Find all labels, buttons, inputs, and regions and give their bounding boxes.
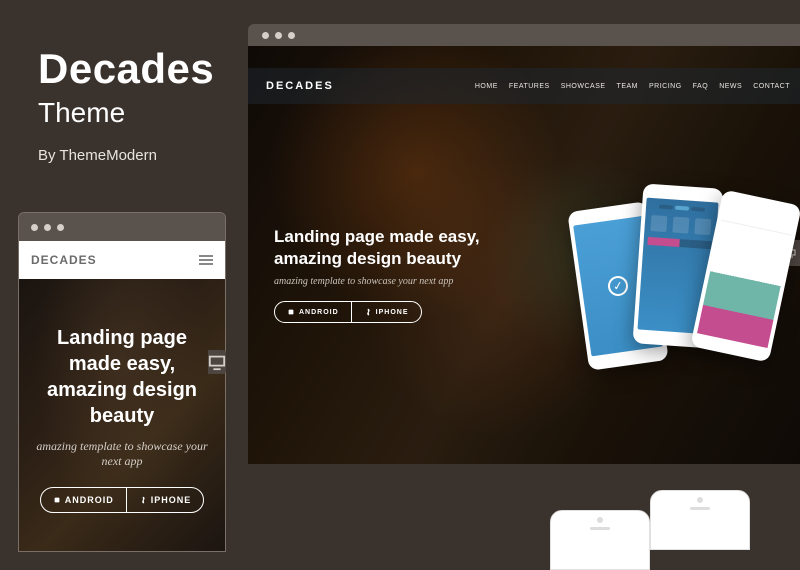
desktop-nav: HOME FEATURES SHOWCASE TEAM PRICING FAQ … xyxy=(475,83,790,90)
mobile-headline: Landing page made easy, amazing design b… xyxy=(35,325,209,429)
mobile-logo[interactable]: DECADES xyxy=(31,253,97,267)
phone-mockup-bottom-2 xyxy=(650,490,750,550)
apple-icon xyxy=(364,308,372,316)
theme-title: Decades xyxy=(38,45,214,93)
iphone-label: IPHONE xyxy=(376,309,409,316)
android-label: ANDROID xyxy=(299,309,339,316)
window-dot-icon xyxy=(288,32,295,39)
iphone-button[interactable]: IPHONE xyxy=(127,488,204,512)
desktop-preview-window: DECADES HOME FEATURES SHOWCASE TEAM PRIC… xyxy=(248,24,800,464)
nav-news[interactable]: NEWS xyxy=(719,83,742,90)
nav-faq[interactable]: FAQ xyxy=(693,83,709,90)
mobile-preview-window: DECADES Landing page made easy, amazing … xyxy=(18,212,226,552)
theme-author: By ThemeModern xyxy=(38,147,214,164)
lower-phone-mockups xyxy=(520,490,800,570)
window-dot-icon xyxy=(31,224,38,231)
mobile-hero-section: Landing page made easy, amazing design b… xyxy=(19,279,225,552)
desktop-headline-line2: amazing design beauty xyxy=(274,248,480,270)
nav-team[interactable]: TEAM xyxy=(617,83,638,90)
android-label: ANDROID xyxy=(65,495,114,505)
desktop-logo[interactable]: DECADES xyxy=(266,80,334,92)
checkmark-circle-icon: ✓ xyxy=(607,275,630,298)
desktop-headline-line1: Landing page made easy, xyxy=(274,226,480,248)
theme-subtitle: Theme xyxy=(38,97,214,129)
nav-features[interactable]: FEATURES xyxy=(509,83,550,90)
mobile-tagline: amazing template to showcase your next a… xyxy=(35,439,209,469)
iphone-label: IPHONE xyxy=(151,495,192,505)
apple-icon xyxy=(139,496,147,504)
window-dot-icon xyxy=(275,32,282,39)
mobile-site-header: DECADES xyxy=(19,241,225,279)
desktop-hero-content: Landing page made easy, amazing design b… xyxy=(274,226,480,323)
android-icon xyxy=(53,496,61,504)
monitor-icon xyxy=(208,353,226,371)
window-dot-icon xyxy=(262,32,269,39)
android-icon xyxy=(287,308,295,316)
desktop-window-titlebar xyxy=(248,24,800,46)
phone-mockup-bottom-1 xyxy=(550,510,650,570)
phone-mockups-group: ✓ xyxy=(578,166,798,396)
mobile-cta-buttons: ANDROID IPHONE xyxy=(40,487,205,513)
window-dot-icon xyxy=(44,224,51,231)
hamburger-menu-icon[interactable] xyxy=(199,255,213,265)
android-button[interactable]: ANDROID xyxy=(41,488,127,512)
iphone-button[interactable]: IPHONE xyxy=(352,302,421,322)
nav-pricing[interactable]: PRICING xyxy=(649,83,682,90)
desktop-hero-section: DECADES HOME FEATURES SHOWCASE TEAM PRIC… xyxy=(248,46,800,464)
desktop-site-header: DECADES HOME FEATURES SHOWCASE TEAM PRIC… xyxy=(248,68,800,104)
nav-home[interactable]: HOME xyxy=(475,83,498,90)
mobile-window-titlebar xyxy=(19,213,225,241)
nav-showcase[interactable]: SHOWCASE xyxy=(561,83,606,90)
mobile-side-tab[interactable] xyxy=(208,350,226,374)
theme-info-panel: Decades Theme By ThemeModern xyxy=(38,45,214,164)
android-button[interactable]: ANDROID xyxy=(275,302,352,322)
desktop-tagline: amazing template to showcase your next a… xyxy=(274,276,480,287)
desktop-cta-buttons: ANDROID IPHONE xyxy=(274,301,422,323)
nav-contact[interactable]: CONTACT xyxy=(753,83,790,90)
window-dot-icon xyxy=(57,224,64,231)
